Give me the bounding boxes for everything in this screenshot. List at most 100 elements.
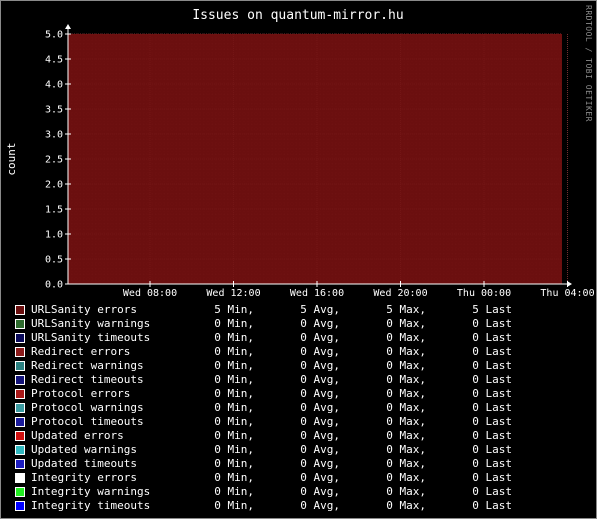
legend-swatch xyxy=(15,361,25,371)
y-tick-label: 4.0 xyxy=(45,80,63,91)
legend-last-value: 0 Last xyxy=(459,415,512,428)
y-tick-label: 5.0 xyxy=(45,30,63,41)
legend-row: Integrity warnings 0 Min, 0 Avg, 0 Max, … xyxy=(15,485,585,499)
legend-series-name: Updated errors xyxy=(31,429,124,442)
legend-swatch xyxy=(15,375,25,385)
legend-max-value: 0 Max, xyxy=(373,331,426,344)
legend-min-value: 0 Min, xyxy=(201,359,254,372)
legend-swatch xyxy=(15,431,25,441)
legend-last-value: 0 Last xyxy=(459,457,512,470)
legend-avg-value: 0 Avg, xyxy=(287,331,340,344)
legend-max-value: 0 Max, xyxy=(373,387,426,400)
legend-last-value: 0 Last xyxy=(459,331,512,344)
y-axis-label: count xyxy=(5,142,18,175)
legend-avg-value: 0 Avg, xyxy=(287,499,340,512)
legend-max-value: 5 Max, xyxy=(373,303,426,316)
legend-series-name: Integrity errors xyxy=(31,471,137,484)
legend-series-name: Updated warnings xyxy=(31,443,137,456)
legend-swatch xyxy=(15,501,25,511)
legend-series-name: Redirect warnings xyxy=(31,359,144,372)
watermark: RRDTOOL / TOBI OETIKER xyxy=(584,5,593,122)
legend-max-value: 0 Max, xyxy=(373,401,426,414)
legend-min-value: 0 Min, xyxy=(201,485,254,498)
legend-last-value: 0 Last xyxy=(459,317,512,330)
y-tick-label: 3.5 xyxy=(45,105,63,116)
legend-last-value: 0 Last xyxy=(459,429,512,442)
legend-swatch xyxy=(15,347,25,357)
legend-swatch xyxy=(15,389,25,399)
y-tick-label: 2.5 xyxy=(45,155,63,166)
legend-series-name: Protocol warnings xyxy=(31,401,144,414)
legend-swatch xyxy=(15,403,25,413)
legend-min-value: 0 Min, xyxy=(201,499,254,512)
legend-avg-value: 0 Avg, xyxy=(287,471,340,484)
y-tick-label: 0.5 xyxy=(45,255,63,266)
legend-max-value: 0 Max, xyxy=(373,345,426,358)
legend-max-value: 0 Max, xyxy=(373,429,426,442)
legend-swatch xyxy=(15,319,25,329)
legend-max-value: 0 Max, xyxy=(373,471,426,484)
legend-swatch xyxy=(15,473,25,483)
legend-row: Integrity errors 0 Min, 0 Avg, 0 Max, 0 … xyxy=(15,471,585,485)
legend-max-value: 0 Max, xyxy=(373,373,426,386)
legend-swatch xyxy=(15,445,25,455)
x-tick-label: Wed 12:00 xyxy=(206,288,260,299)
legend-min-value: 0 Min, xyxy=(201,331,254,344)
legend-swatch xyxy=(15,487,25,497)
rrd-graph: Issues on quantum-mirror.hu RRDTOOL / TO… xyxy=(0,0,597,519)
series-layer xyxy=(68,34,562,284)
legend-min-value: 0 Min, xyxy=(201,373,254,386)
y-tick-label: 1.5 xyxy=(45,205,63,216)
legend-min-value: 0 Min, xyxy=(201,387,254,400)
legend-swatch xyxy=(15,305,25,315)
legend-row: URLSanity timeouts 0 Min, 0 Avg, 0 Max, … xyxy=(15,331,585,345)
legend-avg-value: 5 Avg, xyxy=(287,303,340,316)
legend-avg-value: 0 Avg, xyxy=(287,401,340,414)
legend-min-value: 0 Min, xyxy=(201,471,254,484)
legend: URLSanity errors 5 Min, 5 Avg, 5 Max, 5 … xyxy=(15,303,585,513)
legend-last-value: 0 Last xyxy=(459,345,512,358)
legend-max-value: 0 Max, xyxy=(373,359,426,372)
x-tick-label: Thu 00:00 xyxy=(457,288,511,299)
legend-avg-value: 0 Avg, xyxy=(287,373,340,386)
legend-row: Redirect timeouts 0 Min, 0 Avg, 0 Max, 0… xyxy=(15,373,585,387)
legend-avg-value: 0 Avg, xyxy=(287,345,340,358)
legend-row: URLSanity errors 5 Min, 5 Avg, 5 Max, 5 … xyxy=(15,303,585,317)
legend-last-value: 0 Last xyxy=(459,485,512,498)
legend-series-name: URLSanity timeouts xyxy=(31,331,151,344)
legend-swatch xyxy=(15,459,25,469)
legend-avg-value: 0 Avg, xyxy=(287,429,340,442)
legend-last-value: 0 Last xyxy=(459,443,512,456)
legend-avg-value: 0 Avg, xyxy=(287,443,340,456)
legend-min-value: 0 Min, xyxy=(201,401,254,414)
legend-min-value: 0 Min, xyxy=(201,457,254,470)
legend-row: Updated warnings 0 Min, 0 Avg, 0 Max, 0 … xyxy=(15,443,585,457)
legend-max-value: 0 Max, xyxy=(373,415,426,428)
legend-avg-value: 0 Avg, xyxy=(287,485,340,498)
legend-avg-value: 0 Avg, xyxy=(287,317,340,330)
legend-last-value: 0 Last xyxy=(459,387,512,400)
legend-avg-value: 0 Avg, xyxy=(287,457,340,470)
x-tick-label: Wed 08:00 xyxy=(123,288,177,299)
legend-max-value: 0 Max, xyxy=(373,499,426,512)
legend-max-value: 0 Max, xyxy=(373,443,426,456)
legend-max-value: 0 Max, xyxy=(373,485,426,498)
y-axis-arrow xyxy=(65,24,71,29)
legend-avg-value: 0 Avg, xyxy=(287,387,340,400)
chart-canvas: Issues on quantum-mirror.hu RRDTOOL / TO… xyxy=(5,5,595,299)
legend-series-name: URLSanity errors xyxy=(31,303,137,316)
y-tick-label: 4.5 xyxy=(45,55,63,66)
legend-max-value: 0 Max, xyxy=(373,317,426,330)
legend-min-value: 0 Min, xyxy=(201,415,254,428)
legend-series-name: Updated timeouts xyxy=(31,457,137,470)
legend-series-name: Protocol timeouts xyxy=(31,415,144,428)
legend-swatch xyxy=(15,417,25,427)
legend-min-value: 0 Min, xyxy=(201,345,254,358)
legend-row: Redirect errors 0 Min, 0 Avg, 0 Max, 0 L… xyxy=(15,345,585,359)
x-tick-label: Wed 16:00 xyxy=(290,288,344,299)
legend-row: Protocol errors 0 Min, 0 Avg, 0 Max, 0 L… xyxy=(15,387,585,401)
legend-series-name: Protocol errors xyxy=(31,387,131,400)
legend-row: Updated errors 0 Min, 0 Avg, 0 Max, 0 La… xyxy=(15,429,585,443)
legend-series-name: Integrity warnings xyxy=(31,485,151,498)
legend-series-name: Integrity timeouts xyxy=(31,499,151,512)
